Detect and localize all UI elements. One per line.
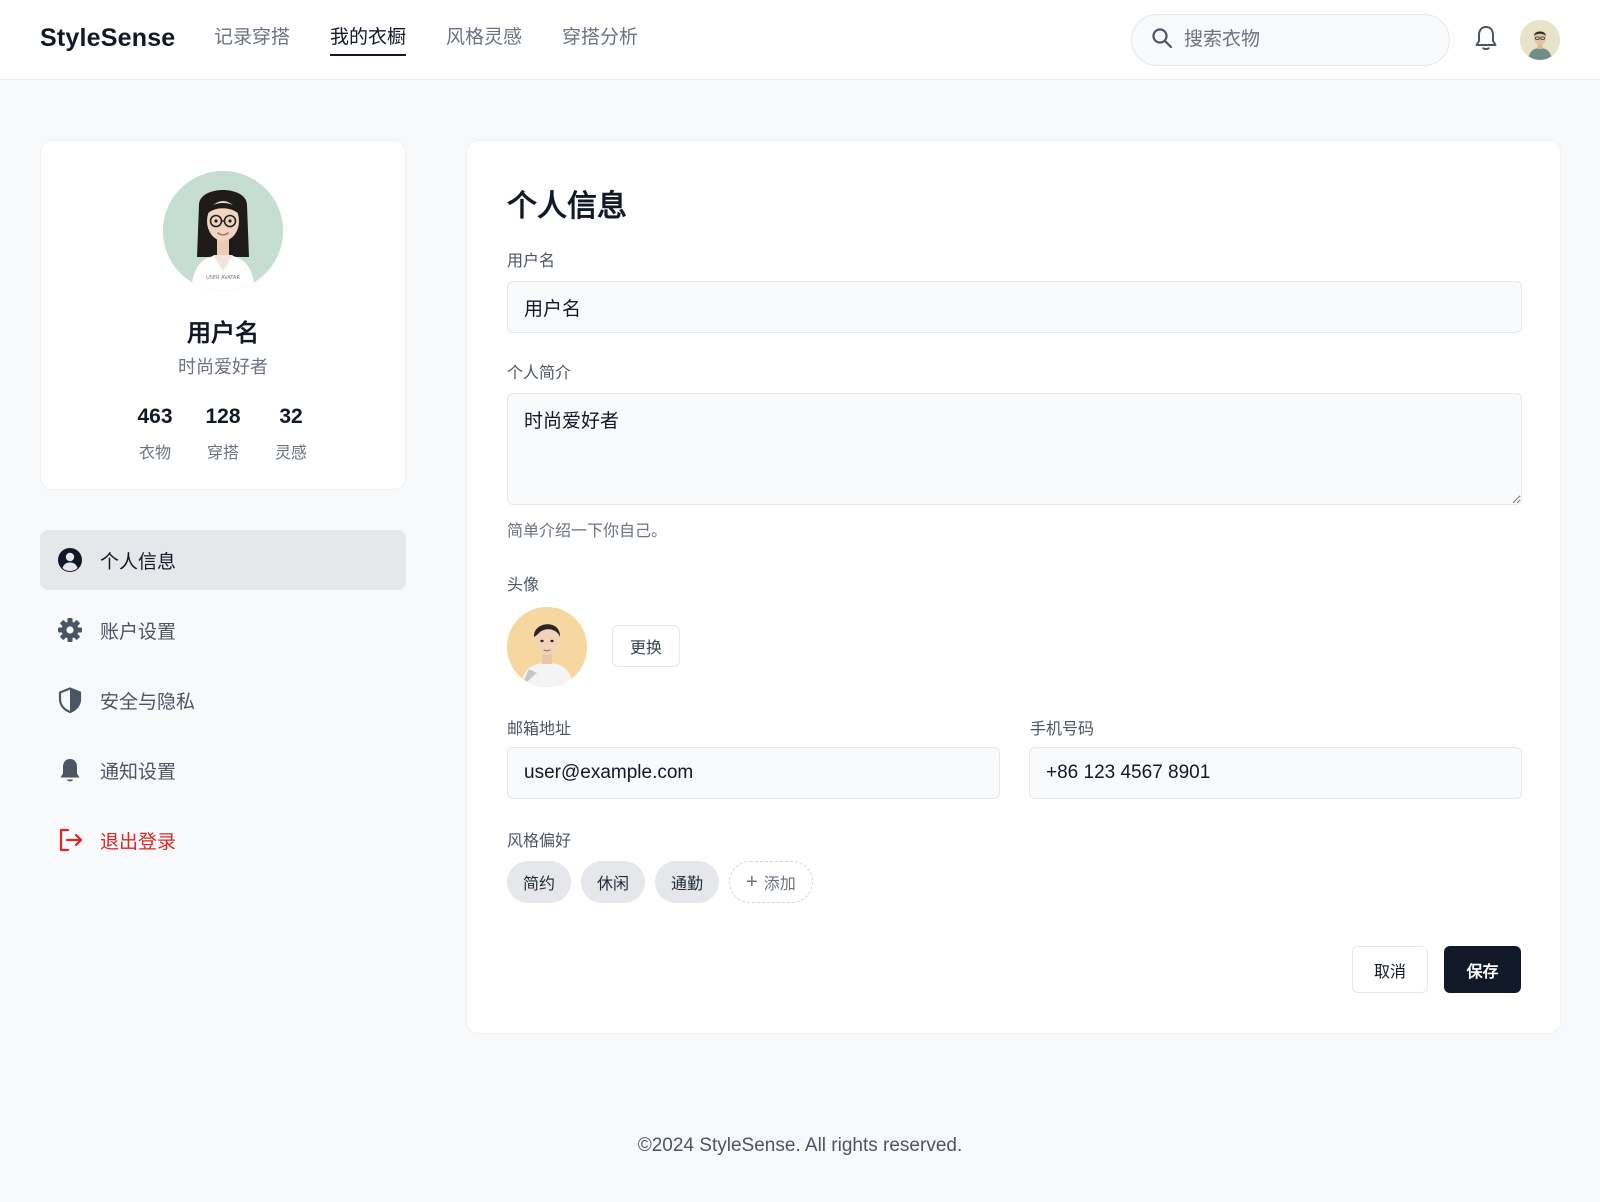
top-bar: StyleSense 记录穿搭 我的衣橱 风格灵感 穿搭分析 [0,0,1600,80]
username-input[interactable] [507,281,1522,333]
avatar-label: 头像 [507,577,540,594]
menu-item-label: 账户设置 [100,621,177,643]
menu-item-notifications[interactable]: 通知设置 [40,740,406,800]
avatar[interactable] [1520,20,1560,60]
personal-info-panel: 个人信息 用户名 个人简介 时尚爱好者 简单介绍一下你自己。 头像 更换 邮箱地… [466,140,1561,1034]
plus-icon: + [746,870,758,893]
stat-value: 128 [205,405,241,428]
style-preference-label: 风格偏好 [507,833,572,850]
bio-help-text: 简单介绍一下你自己。 [507,523,668,540]
menu-item-label: 个人信息 [100,551,177,573]
stat-inspirations: 32 灵感 [271,405,311,463]
stat-label: 穿搭 [206,445,239,462]
cancel-button[interactable]: 取消 [1352,946,1428,993]
avatar-caption: USER AVATAR [206,275,240,281]
add-tag-label: 添加 [763,876,796,893]
phone-label: 手机号码 [1030,721,1095,738]
gear-icon [58,618,82,642]
menu-item-label: 安全与隐私 [100,691,196,713]
nav-item-my-wardrobe[interactable]: 我的衣橱 [330,22,407,56]
shield-icon [58,687,82,714]
stat-label: 衣物 [138,445,171,462]
email-label: 邮箱地址 [507,721,572,738]
menu-item-label: 通知设置 [100,761,177,783]
nav-item-record-outfit[interactable]: 记录穿搭 [214,22,290,56]
phone-field[interactable] [1029,747,1522,799]
profile-avatar: USER AVATAR [163,171,283,291]
style-tag[interactable]: 简约 [507,861,572,903]
profile-name: 用户名 [187,320,259,347]
profile-bio: 时尚爱好者 [178,357,268,377]
user-circle-icon [58,548,82,572]
stat-label: 灵感 [274,445,307,462]
menu-item-account-settings[interactable]: 账户设置 [40,600,406,660]
save-button[interactable]: 保存 [1444,946,1521,993]
stat-clothes: 463 衣物 [135,405,175,463]
avatar-preview [507,607,587,687]
username-label: 用户名 [507,253,556,270]
main-nav: 记录穿搭 我的衣橱 风格灵感 穿搭分析 [214,22,638,56]
stat-value: 32 [279,405,303,428]
style-tag[interactable]: 通勤 [655,861,720,903]
style-tag[interactable]: 休闲 [581,861,646,903]
settings-menu: 个人信息 账户设置 安全与隐私 通知设置 退出登录 [40,530,406,880]
footer-copyright: ©2024 StyleSense. All rights reserved. [637,1135,963,1156]
menu-item-label: 退出登录 [100,831,177,853]
bell-icon [60,759,80,782]
nav-item-outfit-analysis[interactable]: 穿搭分析 [562,22,638,56]
profile-card: USER AVATAR 用户名 时尚爱好者 463 衣物 128 穿搭 32 灵… [40,140,406,490]
search-input[interactable] [1184,29,1424,51]
menu-item-security-privacy[interactable]: 安全与隐私 [40,670,406,730]
style-tags: 简约 休闲 通勤 + 添加 [507,861,813,903]
change-avatar-button[interactable]: 更换 [612,625,680,667]
logout-icon [59,828,83,852]
brand-logo[interactable]: StyleSense [40,24,175,53]
profile-stats: 463 衣物 128 穿搭 32 灵感 [41,405,405,463]
nav-item-style-inspiration[interactable]: 风格灵感 [446,22,522,56]
bio-label: 个人简介 [507,365,572,382]
email-field[interactable] [507,747,1000,799]
menu-item-logout[interactable]: 退出登录 [40,810,406,870]
search-icon [1150,26,1174,55]
page-title: 个人信息 [507,190,627,223]
add-tag-button[interactable]: + 添加 [729,861,813,903]
menu-item-personal-info[interactable]: 个人信息 [40,530,406,590]
stat-outfits: 128 穿搭 [203,405,243,463]
search-box[interactable] [1131,14,1450,66]
stat-value: 463 [137,405,173,428]
bio-textarea[interactable]: 时尚爱好者 [507,393,1522,505]
bell-icon[interactable] [1473,24,1499,52]
